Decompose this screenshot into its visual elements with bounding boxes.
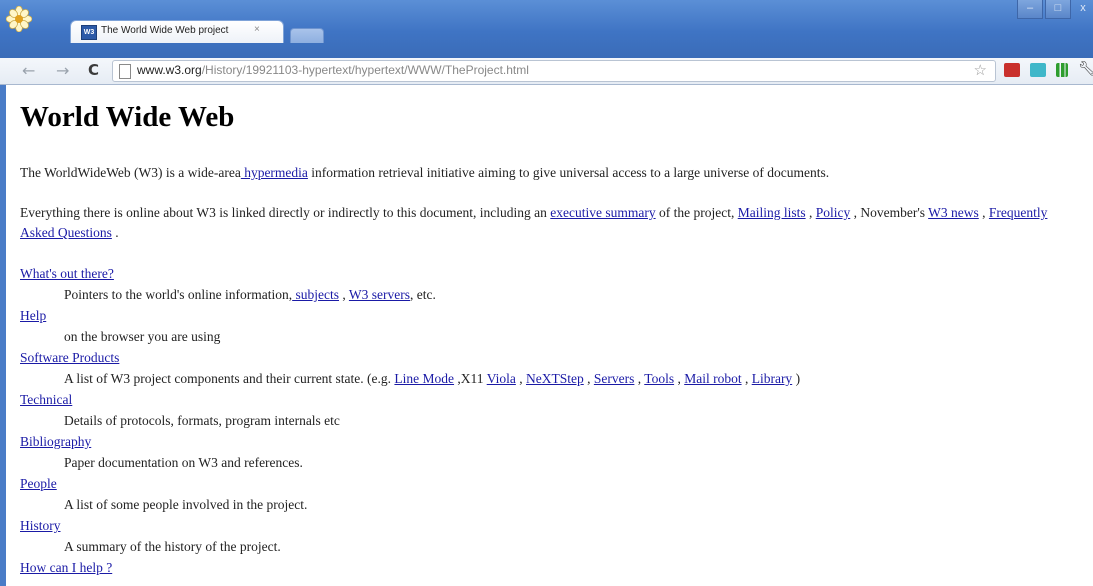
description-text: A list of W3 project components and thei… bbox=[64, 371, 395, 386]
window-titlebar: W3 The World Wide Web project × – □ x bbox=[0, 0, 1093, 58]
executive-summary-link[interactable]: executive summary bbox=[550, 205, 655, 220]
url-text: www.w3.org/History/19921103-hypertext/hy… bbox=[137, 63, 529, 77]
page-viewport: World Wide Web The WorldWideWeb (W3) is … bbox=[6, 85, 1093, 586]
forward-arrow-icon[interactable]: → bbox=[56, 61, 69, 80]
page-icon bbox=[119, 64, 131, 79]
bibliography-link[interactable]: Bibliography bbox=[20, 434, 91, 449]
page-title: World Wide Web bbox=[20, 101, 235, 133]
separator: , bbox=[805, 205, 816, 220]
how-can-i-help-link[interactable]: How can I help ? bbox=[20, 560, 112, 575]
list-item: Help bbox=[20, 305, 800, 326]
mail-robot-link[interactable]: Mail robot bbox=[684, 371, 741, 386]
whats-out-there-link[interactable]: What's out there? bbox=[20, 266, 114, 281]
description-text: ,X11 bbox=[454, 371, 487, 386]
separator: , bbox=[674, 371, 685, 386]
overview-paragraph: Everything there is online about W3 is l… bbox=[20, 203, 1080, 243]
servers-link[interactable]: Servers bbox=[594, 371, 635, 386]
wrench-icon[interactable]: 🔧︎ bbox=[1078, 61, 1093, 77]
list-item: Technical bbox=[20, 389, 800, 410]
hypermedia-link[interactable]: hypermedia bbox=[241, 165, 308, 180]
close-window-button[interactable]: x bbox=[1073, 0, 1093, 18]
list-item: Bibliography bbox=[20, 431, 800, 452]
description-text: ) bbox=[792, 371, 801, 386]
separator: , bbox=[741, 371, 752, 386]
separator: , bbox=[978, 205, 989, 220]
section-list: What's out there? Pointers to the world'… bbox=[20, 263, 800, 578]
back-arrow-icon[interactable]: ← bbox=[22, 61, 35, 80]
list-item-description: Details of protocols, formats, program i… bbox=[64, 413, 340, 428]
history-link[interactable]: History bbox=[20, 518, 61, 533]
description-text: Pointers to the world's online informati… bbox=[64, 287, 293, 302]
w3-favicon-icon: W3 bbox=[81, 25, 97, 40]
list-item-description: Paper documentation on W3 and references… bbox=[64, 455, 303, 470]
window-controls: – □ x bbox=[1015, 0, 1093, 22]
list-item-description: Pointers to the world's online informati… bbox=[20, 284, 800, 305]
list-item: What's out there? bbox=[20, 263, 800, 284]
people-link[interactable]: People bbox=[20, 476, 57, 491]
list-item-description: on the browser you are using bbox=[64, 329, 221, 344]
overview-text: of the project, bbox=[655, 205, 738, 220]
list-item-description: A list of W3 project components and thei… bbox=[20, 368, 800, 389]
tab-title: The World Wide Web project bbox=[101, 25, 229, 36]
viola-link[interactable]: Viola bbox=[487, 371, 516, 386]
browser-toolbar: ← → C www.w3.org/History/19921103-hypert… bbox=[0, 58, 1093, 85]
separator: , bbox=[634, 371, 645, 386]
tools-link[interactable]: Tools bbox=[644, 371, 674, 386]
separator: , bbox=[583, 371, 594, 386]
policy-link[interactable]: Policy bbox=[816, 205, 851, 220]
extension-red-icon[interactable] bbox=[1004, 63, 1020, 77]
reload-icon[interactable]: C bbox=[88, 61, 99, 79]
maximize-button[interactable]: □ bbox=[1045, 0, 1071, 19]
w3-news-link[interactable]: W3 news bbox=[928, 205, 979, 220]
list-item: How can I help ? bbox=[20, 557, 800, 578]
extension-blue-icon[interactable] bbox=[1030, 63, 1046, 77]
technical-link[interactable]: Technical bbox=[20, 392, 72, 407]
library-link[interactable]: Library bbox=[752, 371, 792, 386]
mailing-lists-link[interactable]: Mailing lists bbox=[738, 205, 806, 220]
intro-text-end: information retrieval initiative aiming … bbox=[307, 165, 830, 180]
list-item: People bbox=[20, 473, 800, 494]
favicon-text: W3 bbox=[83, 29, 95, 36]
separator: , bbox=[339, 287, 349, 302]
overview-text: , November's bbox=[850, 205, 929, 220]
tab-close-icon[interactable]: × bbox=[254, 24, 260, 35]
separator: , bbox=[515, 371, 526, 386]
nextstep-link[interactable]: NeXTStep bbox=[526, 371, 584, 386]
url-host: www.w3.org bbox=[137, 63, 202, 77]
list-item: History bbox=[20, 515, 800, 536]
bookmark-star-icon[interactable]: ☆ bbox=[974, 61, 987, 79]
help-link[interactable]: Help bbox=[20, 308, 46, 323]
subjects-link[interactable]: subjects bbox=[292, 287, 340, 302]
software-products-link[interactable]: Software Products bbox=[20, 350, 119, 365]
overview-text: Everything there is online about W3 is l… bbox=[20, 205, 551, 220]
line-mode-link[interactable]: Line Mode bbox=[394, 371, 454, 386]
minimize-button[interactable]: – bbox=[1017, 0, 1043, 19]
list-item-description: A list of some people involved in the pr… bbox=[64, 497, 308, 512]
new-tab-button[interactable] bbox=[290, 28, 324, 43]
w3-servers-link[interactable]: W3 servers bbox=[349, 287, 410, 302]
flower-icon bbox=[6, 6, 32, 32]
intro-paragraph: The WorldWideWeb (W3) is a wide-area hyp… bbox=[20, 163, 1080, 183]
overview-text: . bbox=[111, 225, 119, 240]
list-item-description: A summary of the history of the project. bbox=[64, 539, 281, 554]
signal-bars-icon[interactable] bbox=[1056, 63, 1068, 77]
url-path: /History/19921103-hypertext/hypertext/WW… bbox=[201, 63, 529, 77]
intro-text: The WorldWideWeb (W3) is a wide-area bbox=[20, 165, 241, 180]
description-text: , etc. bbox=[410, 287, 436, 302]
list-item: Software Products bbox=[20, 347, 800, 368]
browser-tab-active[interactable]: W3 The World Wide Web project × bbox=[70, 20, 284, 43]
address-bar[interactable]: www.w3.org/History/19921103-hypertext/hy… bbox=[112, 60, 996, 82]
